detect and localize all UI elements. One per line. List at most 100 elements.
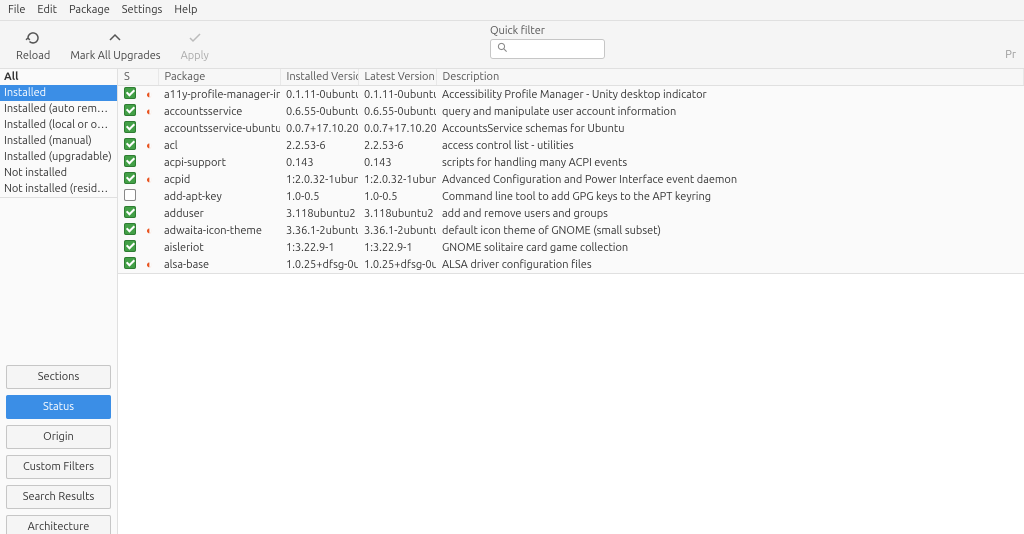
col-description[interactable]: Description	[436, 69, 1023, 86]
apply-button[interactable]: Apply	[175, 27, 215, 64]
cell-installed-version: 3.36.1-2ubuntu0.20	[280, 222, 358, 239]
status-checkbox[interactable]	[124, 87, 136, 99]
filter-item[interactable]: Not installed	[0, 165, 117, 181]
cell-package: add-apt-key	[158, 188, 280, 205]
filter-list: All InstalledInstalled (auto removable)I…	[0, 69, 117, 198]
table-row[interactable]: ◐acl2.2.53-62.2.53-6access control list …	[118, 137, 1024, 154]
quick-filter-input-wrap[interactable]	[490, 39, 605, 59]
cell-installed-version: 1:2.0.32-1ubuntu1	[280, 171, 358, 188]
cell-package: a11y-profile-manager-indicator	[158, 86, 280, 104]
filter-list-head[interactable]: All	[0, 69, 117, 85]
quick-filter-label: Quick filter	[490, 25, 605, 37]
table-row[interactable]: adduser3.118ubuntu23.118ubuntu2add and r…	[118, 205, 1024, 222]
status-checkbox[interactable]	[124, 257, 136, 269]
table-row[interactable]: add-apt-key1.0-0.51.0-0.5Command line to…	[118, 188, 1024, 205]
package-table: S Package Installed Version Latest Versi…	[118, 69, 1024, 273]
table-row[interactable]: ◐ a11y-profile-manager-indicator0.1.11-0u…	[118, 86, 1024, 104]
table-row[interactable]: aisleriot1:3.22.9-11:3.22.9-1GNOME solit…	[118, 239, 1024, 256]
menubar: File Edit Package Settings Help	[0, 0, 1024, 21]
col-status[interactable]: S	[118, 69, 158, 86]
table-row[interactable]: ◐acpid1:2.0.32-1ubuntu11:2.0.32-1ubuntu1…	[118, 171, 1024, 188]
status-checkbox[interactable]	[124, 104, 136, 116]
menu-settings[interactable]: Settings	[122, 4, 163, 16]
left-column: All InstalledInstalled (auto removable)I…	[0, 69, 118, 534]
col-installed-version[interactable]: Installed Version	[280, 69, 358, 86]
status-checkbox[interactable]	[124, 155, 136, 167]
filter-item[interactable]: Installed	[0, 85, 117, 101]
menu-help[interactable]: Help	[174, 4, 197, 16]
filter-item[interactable]: Installed (manual)	[0, 133, 117, 149]
status-checkbox[interactable]	[124, 121, 136, 133]
mark-all-upgrades-button[interactable]: Mark All Upgrades	[64, 27, 166, 64]
filter-item[interactable]: Installed (auto removable)	[0, 101, 117, 117]
right-column: S Package Installed Version Latest Versi…	[118, 69, 1024, 534]
cell-description: Accessibility Profile Manager - Unity de…	[436, 86, 1023, 104]
cell-latest-version: 0.143	[358, 154, 436, 171]
cell-package: acl	[158, 137, 280, 154]
description-panel	[118, 273, 1024, 534]
status-checkbox[interactable]	[124, 240, 136, 252]
panel-button-search-results[interactable]: Search Results	[6, 485, 111, 509]
cell-package: adwaita-icon-theme	[158, 222, 280, 239]
table-row[interactable]: ◐adwaita-icon-theme3.36.1-2ubuntu0.203.3…	[118, 222, 1024, 239]
cell-description: access control list - utilities	[436, 137, 1023, 154]
status-checkbox[interactable]	[124, 206, 136, 218]
status-checkbox[interactable]	[124, 223, 136, 235]
table-row[interactable]: ◐accountsservice0.6.55-0ubuntu12~20.6.55…	[118, 103, 1024, 120]
col-package[interactable]: Package	[158, 69, 280, 86]
reload-label: Reload	[16, 50, 50, 62]
col-latest-version[interactable]: Latest Version	[358, 69, 436, 86]
menu-package[interactable]: Package	[69, 4, 110, 16]
cell-installed-version: 0.0.7+17.10.201709	[280, 120, 358, 137]
panel-button-status[interactable]: Status	[6, 395, 111, 419]
cell-description: add and remove users and groups	[436, 205, 1023, 222]
status-checkbox[interactable]	[124, 172, 136, 184]
panel-button-origin[interactable]: Origin	[6, 425, 111, 449]
apply-icon	[186, 29, 204, 47]
ubuntu-origin-icon: ◐	[146, 174, 153, 186]
cutoff-text: Pr	[1005, 49, 1016, 61]
cell-installed-version: 0.6.55-0ubuntu12~2	[280, 103, 358, 120]
cell-latest-version: 1.0-0.5	[358, 188, 436, 205]
filter-item[interactable]: Not installed (residual config)	[0, 181, 117, 197]
cell-latest-version: 1.0.25+dfsg-0ubunt	[358, 256, 436, 273]
quick-filter-input[interactable]	[508, 43, 598, 55]
panel-button-custom-filters[interactable]: Custom Filters	[6, 455, 111, 479]
cell-latest-version: 1:2.0.32-1ubuntu1	[358, 171, 436, 188]
filter-item[interactable]: Installed (upgradable)	[0, 149, 117, 165]
panel-button-architecture[interactable]: Architecture	[6, 515, 111, 534]
cell-installed-version: 0.143	[280, 154, 358, 171]
status-checkbox[interactable]	[124, 138, 136, 150]
cell-description: default icon theme of GNOME (small subse…	[436, 222, 1023, 239]
status-checkbox[interactable]	[124, 189, 136, 201]
cell-installed-version: 0.1.11-0ubuntu4	[280, 86, 358, 104]
quick-filter: Quick filter	[490, 25, 605, 59]
table-row[interactable]: ◐alsa-base1.0.25+dfsg-0ubunt1.0.25+dfsg-…	[118, 256, 1024, 273]
cell-installed-version: 1:3.22.9-1	[280, 239, 358, 256]
apply-label: Apply	[181, 50, 209, 62]
cell-latest-version: 3.118ubuntu2	[358, 205, 436, 222]
ubuntu-origin-icon: ◐	[146, 259, 153, 271]
ubuntu-origin-icon: ◐	[146, 106, 153, 118]
cell-installed-version: 1.0.25+dfsg-0ubunt	[280, 256, 358, 273]
cell-package: aisleriot	[158, 239, 280, 256]
search-icon	[497, 42, 508, 56]
cell-description: query and manipulate user account inform…	[436, 103, 1023, 120]
reload-button[interactable]: Reload	[10, 27, 56, 64]
menu-file[interactable]: File	[8, 4, 25, 16]
ubuntu-origin-icon: ◐	[146, 225, 153, 237]
cell-latest-version: 0.0.7+17.10.201709	[358, 120, 436, 137]
cell-latest-version: 3.36.1-2ubuntu0.20	[358, 222, 436, 239]
ubuntu-origin-icon: ◐	[146, 89, 153, 101]
table-row[interactable]: accountsservice-ubuntu-schema0.0.7+17.10…	[118, 120, 1024, 137]
cell-installed-version: 3.118ubuntu2	[280, 205, 358, 222]
reload-icon	[24, 29, 42, 47]
table-row[interactable]: acpi-support0.1430.143scripts for handli…	[118, 154, 1024, 171]
toolbar: Reload Mark All Upgrades Apply Quick fil…	[0, 21, 1024, 69]
cell-description: ALSA driver configuration files	[436, 256, 1023, 273]
cell-latest-version: 1:3.22.9-1	[358, 239, 436, 256]
panel-button-sections[interactable]: Sections	[6, 365, 111, 389]
menu-edit[interactable]: Edit	[37, 4, 57, 16]
filter-item[interactable]: Installed (local or obsolete)	[0, 117, 117, 133]
cell-installed-version: 1.0-0.5	[280, 188, 358, 205]
